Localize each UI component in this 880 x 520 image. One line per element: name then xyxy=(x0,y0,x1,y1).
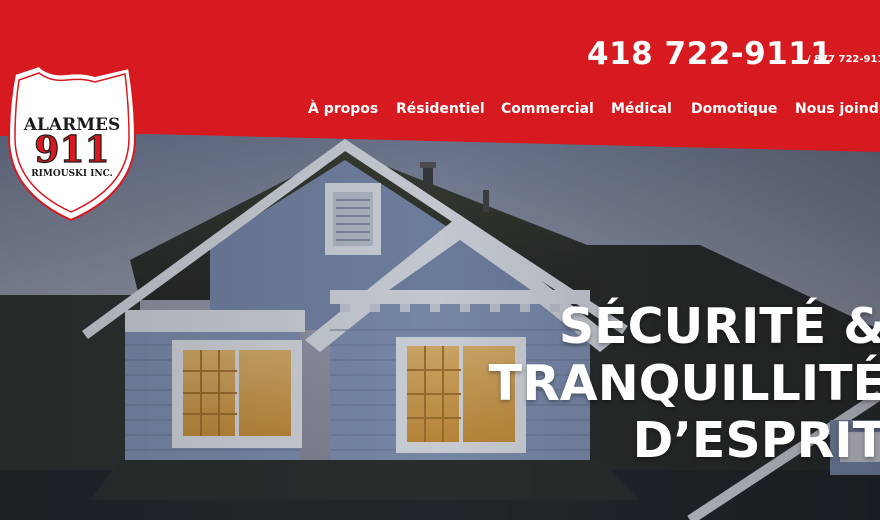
nav-item-a-propos[interactable]: À propos xyxy=(308,99,378,119)
hero-headline: SÉCURITÉ & TRANQUILLITÉ D’ESPRIT xyxy=(466,298,880,469)
main-nav: À propos Résidentiel Commercial Médical … xyxy=(0,99,880,119)
phone-alt-link[interactable]: / 877 722-9111 xyxy=(807,53,880,67)
logo-bottom-text: RIMOUSKI INC. xyxy=(31,169,113,179)
nav-item-residentiel[interactable]: Résidentiel xyxy=(396,99,485,119)
nav-item-nous-joindre[interactable]: Nous joindre xyxy=(795,99,880,119)
hero-line-2: TRANQUILLITÉ xyxy=(488,355,880,412)
shield-logo-icon: ALARMES 911 RIMOUSKI INC. xyxy=(7,64,137,222)
nav-item-commercial[interactable]: Commercial xyxy=(501,99,594,119)
company-logo[interactable]: ALARMES 911 RIMOUSKI INC. xyxy=(7,64,137,222)
nav-item-domotique[interactable]: Domotique xyxy=(691,99,777,119)
hero-line-3: D’ESPRIT xyxy=(632,412,880,469)
hero-line-1: SÉCURITÉ & xyxy=(558,298,880,355)
logo-number-text: 911 xyxy=(34,129,109,171)
phone-main-link[interactable]: 418 722-9111 xyxy=(587,34,832,74)
nav-item-medical[interactable]: Médical xyxy=(611,99,672,119)
